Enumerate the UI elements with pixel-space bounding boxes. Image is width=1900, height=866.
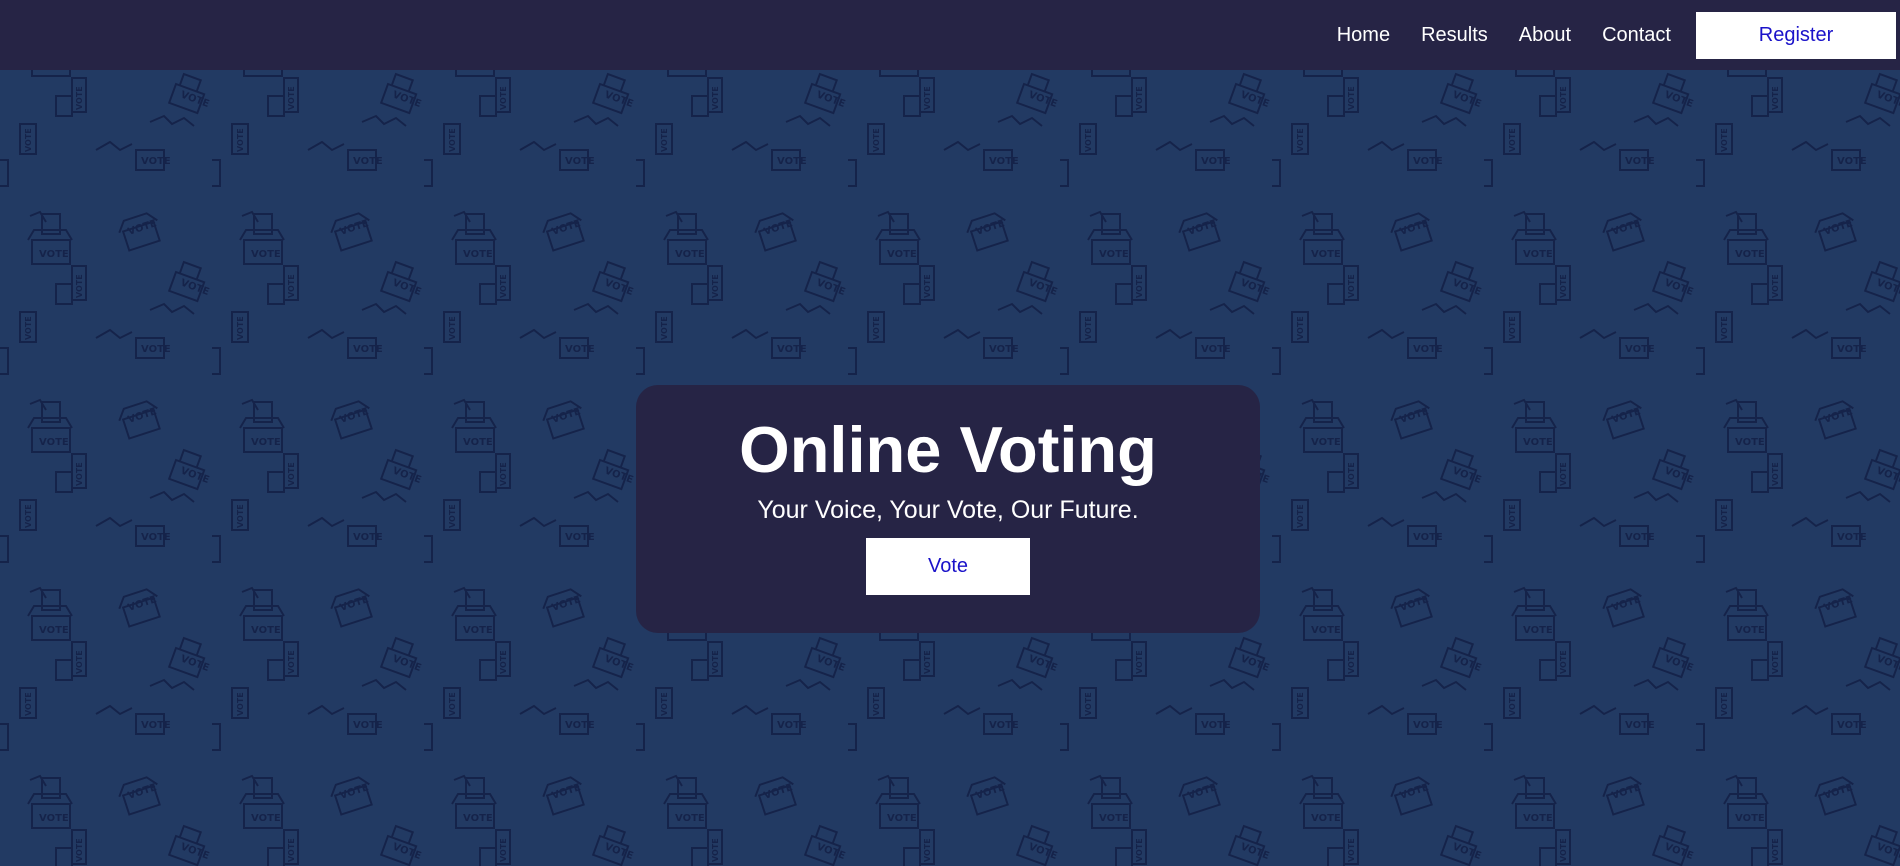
nav-home-link[interactable]: Home <box>1337 24 1390 47</box>
hero-card: Online Voting Your Voice, Your Vote, Our… <box>636 385 1260 633</box>
register-button[interactable]: Register <box>1696 11 1896 59</box>
nav-results-link[interactable]: Results <box>1421 24 1488 47</box>
hero-title: Online Voting <box>739 413 1157 486</box>
top-navbar: Home Results About Contact Register <box>0 0 1900 70</box>
nav-contact-link[interactable]: Contact <box>1602 24 1671 47</box>
nav-links: Home Results About Contact Register <box>1337 0 1900 70</box>
vote-button[interactable]: Vote <box>866 538 1030 595</box>
hero-subtitle: Your Voice, Your Vote, Our Future. <box>757 496 1139 524</box>
nav-about-link[interactable]: About <box>1519 24 1571 47</box>
